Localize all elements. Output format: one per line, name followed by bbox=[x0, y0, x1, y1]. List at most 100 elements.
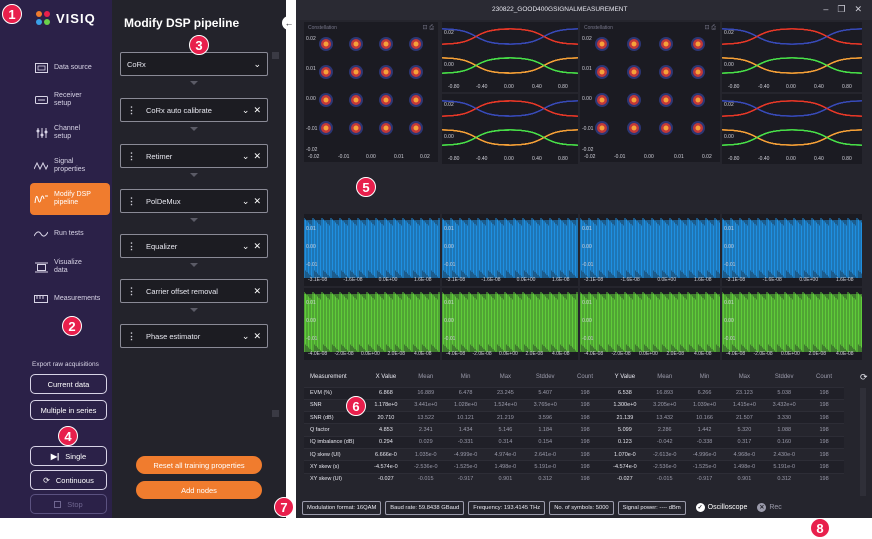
table-cell: 198 bbox=[565, 411, 605, 424]
current-data-button[interactable]: Current data bbox=[30, 374, 107, 394]
close-icon[interactable]: ✕ bbox=[253, 105, 261, 116]
chevron-down-icon[interactable]: ⌄ bbox=[242, 105, 250, 116]
restore-icon[interactable]: ❐ bbox=[837, 4, 845, 15]
column-header[interactable]: Min bbox=[685, 367, 725, 387]
chevron-down-icon[interactable]: ⌄ bbox=[242, 196, 250, 207]
drag-handle-icon[interactable]: ⋮ bbox=[127, 286, 136, 297]
eye-diagram-yq[interactable]: 0.02 0.00 -0.80 -0.40 0.00 0.40 0.80 bbox=[722, 94, 862, 164]
column-header[interactable]: Max bbox=[724, 367, 764, 387]
waveform-xq[interactable]: 0.01 0.00 -0.01 -3.1E-08 -1.6E-08 0.0E+00 1.6E… bbox=[442, 214, 578, 286]
oscilloscope-toggle[interactable]: ✓ Oscilloscope bbox=[695, 503, 748, 512]
column-header[interactable]: Y Value bbox=[605, 367, 645, 387]
table-row[interactable]: EVM (%) 6.868 16.889 6.478 23.245 5.407 198 6.5… bbox=[304, 386, 844, 400]
multiple-in-series-button[interactable]: Multiple in series bbox=[30, 400, 107, 420]
table-row[interactable]: SNR (dB) 20.710 13.522 10.121 21.219 3.596 198… bbox=[304, 411, 844, 424]
table-row[interactable]: SNR 1.178e+0 3.441e+0 1.028e+0 1.524e+0 3.765… bbox=[304, 398, 844, 412]
table-row[interactable]: XY skew (s) -4.574e-0 -2.536e-0 -1.525e-0 1.… bbox=[304, 460, 844, 474]
sidebar-item-visualize-data[interactable]: Visualize data bbox=[30, 251, 110, 283]
chevron-down-icon[interactable]: ⌄ bbox=[242, 241, 250, 252]
table-row[interactable]: XY skew (UI) -0.027 -0.015 -0.917 0.901 0.312… bbox=[304, 472, 844, 486]
waveform-xi[interactable]: 0.01 0.00 -0.01 -3.1E-08 -1.6E-08 0.0E+00 1.6E… bbox=[304, 214, 440, 286]
single-button[interactable]: ▶| Single bbox=[30, 446, 107, 466]
column-header[interactable]: Mean bbox=[406, 367, 446, 387]
column-header[interactable]: Min bbox=[446, 367, 486, 387]
chevron-down-icon[interactable]: ⌄ bbox=[242, 331, 250, 342]
scroll-up-button[interactable] bbox=[272, 52, 279, 59]
pipeline-node[interactable]: ⋮ Carrier offset removal ✕ bbox=[120, 279, 268, 303]
flow-arrow-icon bbox=[190, 127, 198, 131]
sidebar-item-modify-dsp-pipeline[interactable]: Modify DSP pipeline bbox=[30, 183, 110, 215]
sidebar-item-data-source[interactable]: Data source bbox=[30, 52, 110, 84]
close-icon[interactable]: ✕ bbox=[253, 286, 261, 297]
column-header[interactable]: X Value bbox=[366, 367, 406, 387]
reset-training-button[interactable]: Reset all training properties bbox=[136, 456, 262, 474]
close-icon[interactable]: ✕ bbox=[253, 241, 261, 252]
y-tick: 0.00 bbox=[444, 62, 454, 68]
constellation-plot-x[interactable]: Constellation ⊡ ⎙ 0.02 0.01 0.00 -0.01 -… bbox=[304, 22, 438, 162]
drag-handle-icon[interactable]: ⋮ bbox=[127, 196, 136, 207]
minimize-icon[interactable]: – bbox=[823, 4, 828, 15]
sidebar: VISIQ Data source Receiver setup Channel… bbox=[0, 0, 112, 518]
waveform-y-amplitude[interactable]: 0.01 0.00 -0.01 -4.0E-08 -2.0E-08 0.0E+00 2.0E… bbox=[580, 288, 720, 360]
chevron-down-icon[interactable]: ⌄ bbox=[253, 59, 261, 70]
eye-diagram-xi[interactable]: 0.02 0.00 -0.80 -0.40 0.00 0.40 0.80 bbox=[442, 22, 578, 92]
waveform-x-phase[interactable]: 0.01 0.00 -0.01 -4.0E-08 -2.0E-08 0.0E+00 2.0E… bbox=[442, 288, 578, 360]
chevron-down-icon[interactable]: ⌄ bbox=[242, 151, 250, 162]
add-nodes-button[interactable]: Add nodes bbox=[136, 481, 262, 499]
table-row[interactable]: IQ skew (UI) 6.666e-0 1.035e-0 -4.999e-0 4.9… bbox=[304, 447, 844, 461]
pipeline-node[interactable]: ⋮ Phase estimator ⌄ ✕ bbox=[120, 324, 268, 348]
pipeline-node-corx[interactable]: CoRx ⌄ bbox=[120, 52, 268, 76]
sidebar-item-channel-setup[interactable]: Channel setup bbox=[30, 117, 110, 149]
y-tick: 0.00 bbox=[306, 244, 316, 250]
x-tick: 0.0E+00 bbox=[657, 277, 677, 283]
waveform-trace bbox=[580, 292, 720, 352]
waveform-yq[interactable]: 0.01 0.00 -0.01 -3.1E-08 -1.6E-08 0.0E+00 1.6E… bbox=[722, 214, 862, 286]
column-header[interactable]: Count bbox=[565, 367, 605, 387]
table-row[interactable]: Q factor 4.853 2.341 1.434 5.146 1.184 198 5.09… bbox=[304, 423, 844, 437]
close-icon[interactable]: ✕ bbox=[253, 196, 261, 207]
waveform-yi[interactable]: 0.01 0.00 -0.01 -3.1E-08 -1.6E-08 0.0E+00 1.6E… bbox=[580, 214, 720, 286]
close-icon[interactable]: ✕ bbox=[854, 4, 862, 15]
table-cell: 0.314 bbox=[485, 435, 526, 449]
column-header[interactable]: Count bbox=[804, 367, 844, 387]
constellation-plot-y[interactable]: Constellation ⊡ ⎙ 0.02 0.01 0.00 -0.01 -… bbox=[580, 22, 720, 162]
sidebar-item-run-tests[interactable]: Run tests bbox=[30, 218, 110, 250]
oscilloscope-label: Oscilloscope bbox=[707, 504, 748, 511]
close-icon[interactable]: ✕ bbox=[253, 151, 261, 162]
drag-handle-icon[interactable]: ⋮ bbox=[127, 331, 136, 342]
close-icon[interactable]: ✕ bbox=[253, 331, 261, 342]
sidebar-item-measurements[interactable]: Measurements bbox=[30, 283, 110, 315]
x-tick: -1.6E-08 bbox=[343, 277, 363, 283]
waveform-trace bbox=[442, 218, 578, 278]
table-cell: 0.901 bbox=[724, 472, 765, 486]
sidebar-item-receiver-setup[interactable]: Receiver setup bbox=[30, 84, 110, 116]
stop-button[interactable]: Stop bbox=[30, 494, 107, 514]
eye-diagram-yi[interactable]: 0.02 0.00 -0.80 -0.40 0.00 0.40 0.80 bbox=[722, 22, 862, 92]
waveform-x-amplitude[interactable]: 0.01 0.00 -0.01 -4.0E-08 -2.0E-08 0.0E+00 2.0E… bbox=[304, 288, 440, 360]
constellation-point bbox=[383, 97, 389, 103]
pipeline-node[interactable]: ⋮ Retimer ⌄ ✕ bbox=[120, 144, 268, 168]
drag-handle-icon[interactable]: ⋮ bbox=[127, 151, 136, 162]
drag-handle-icon[interactable]: ⋮ bbox=[127, 241, 136, 252]
column-header[interactable]: Max bbox=[485, 367, 525, 387]
pipeline-node[interactable]: ⋮ PolDeMux ⌄ ✕ bbox=[120, 189, 268, 213]
column-header[interactable]: Mean bbox=[645, 367, 685, 387]
collapse-panel-button[interactable]: ← bbox=[282, 16, 296, 30]
column-header[interactable]: Measurement bbox=[304, 367, 366, 387]
waveform-y-phase[interactable]: 0.01 0.00 -0.01 -4.0E-08 -2.0E-08 0.0E+00 2.0E… bbox=[722, 288, 862, 360]
dsp-icon bbox=[34, 193, 48, 205]
drag-handle-icon[interactable]: ⋮ bbox=[127, 105, 136, 116]
continuous-button[interactable]: ⟳ Continuous bbox=[30, 470, 107, 490]
constellation-point bbox=[631, 97, 637, 103]
sidebar-item-signal-properties[interactable]: Signal properties bbox=[30, 150, 110, 182]
refresh-icon[interactable]: ⟳ bbox=[860, 372, 868, 383]
pipeline-node[interactable]: ⋮ Equalizer ⌄ ✕ bbox=[120, 234, 268, 258]
column-header[interactable]: Stddev bbox=[764, 367, 804, 387]
table-row[interactable]: IQ imbalance (dB) 0.294 0.029 -0.331 0.314 0.… bbox=[304, 435, 844, 449]
pipeline-node[interactable]: ⋮ CoRx auto calibrate ⌄ ✕ bbox=[120, 98, 268, 122]
scroll-down-button[interactable] bbox=[272, 410, 279, 417]
table-scrollbar[interactable] bbox=[860, 388, 866, 496]
eye-diagram-xq[interactable]: 0.02 0.00 -0.80 -0.40 0.00 0.40 0.80 bbox=[442, 94, 578, 164]
column-header[interactable]: Stddev bbox=[525, 367, 565, 387]
record-toggle[interactable]: ✕ Rec bbox=[757, 503, 782, 512]
